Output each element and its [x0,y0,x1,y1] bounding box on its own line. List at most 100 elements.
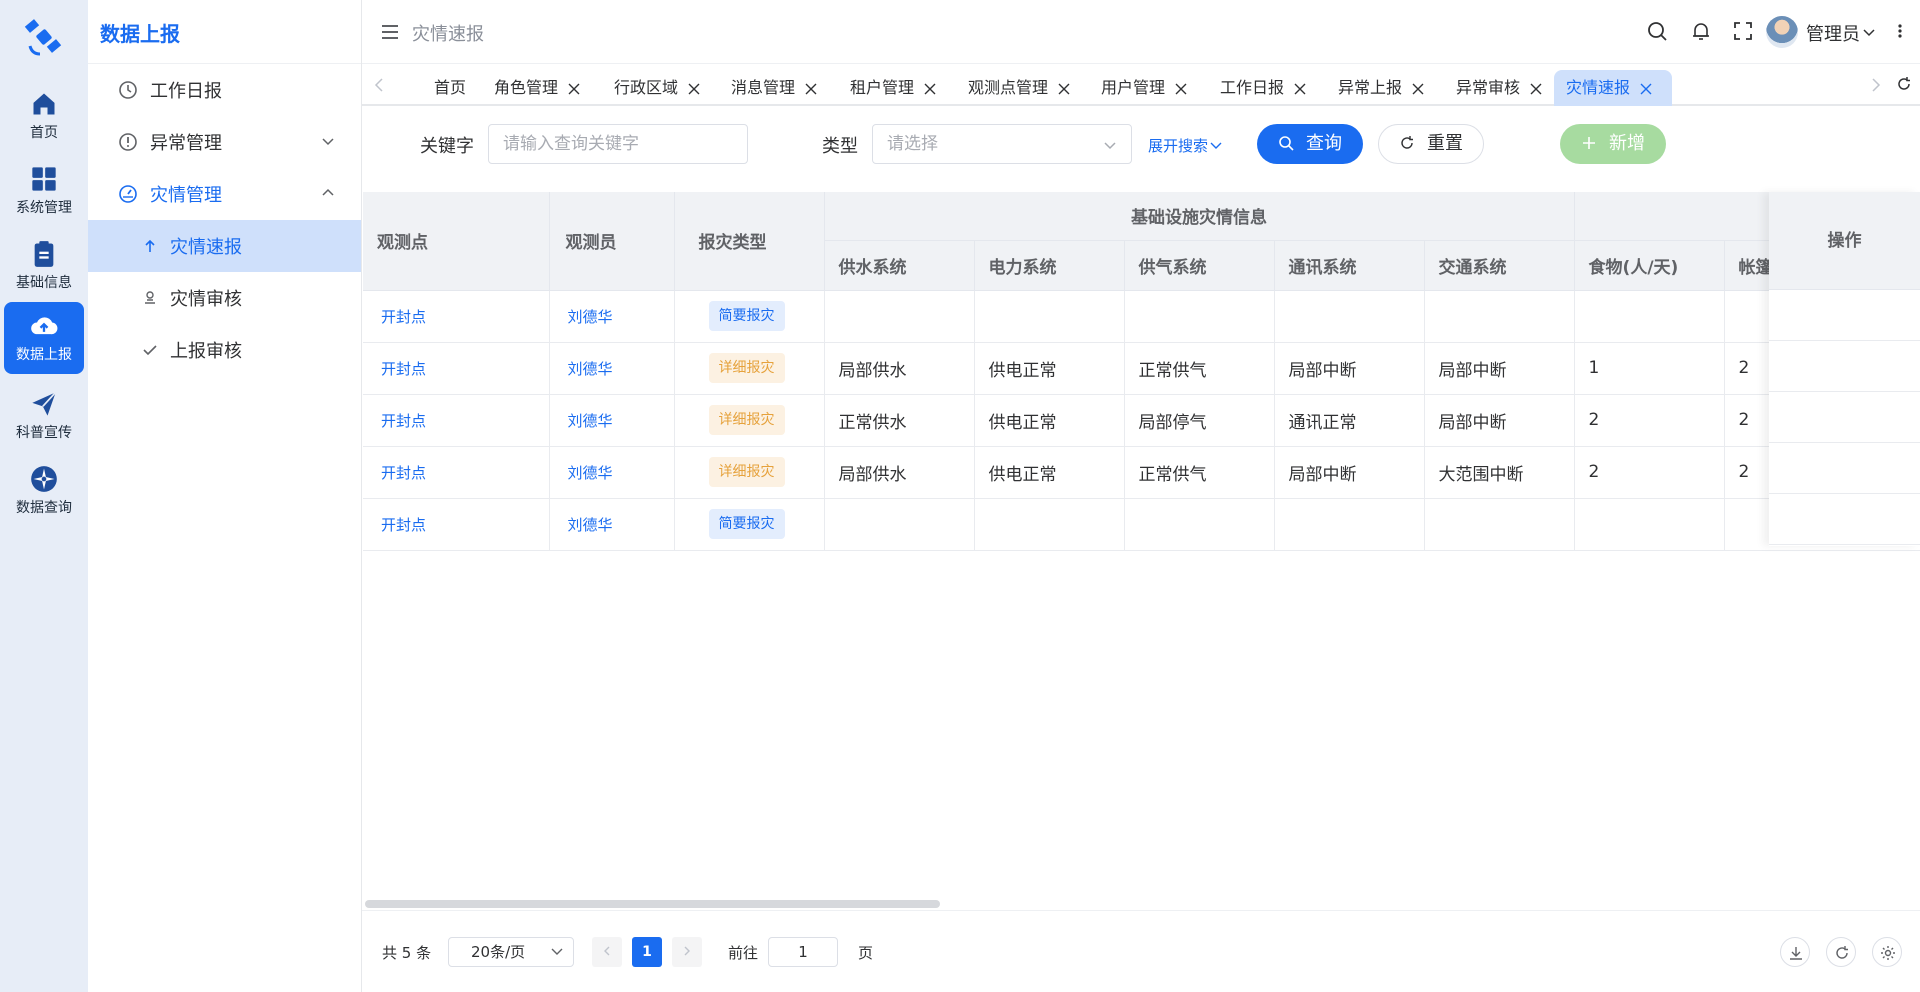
stamp-icon [145,291,155,304]
close-icon[interactable] [1058,83,1070,95]
more-vertical-icon[interactable] [1896,20,1904,42]
tab-disaster-quick-report[interactable]: 灾情速报 [1554,70,1672,106]
add-button[interactable]: 新增 [1560,124,1666,164]
refresh-button[interactable] [1826,937,1856,967]
station-link[interactable]: 开封点 [363,342,550,395]
menu-label: 灾情审核 [170,289,242,310]
tab-label: 行政区域 [614,78,679,97]
close-icon[interactable] [1640,83,1652,95]
rail-item-science[interactable]: 科普宣传 [4,380,84,452]
reset-button[interactable]: 重置 [1378,124,1484,164]
tab-label: 观测点管理 [968,78,1049,97]
observer-link[interactable]: 刘德华 [549,394,675,447]
station-link[interactable]: 开封点 [363,290,550,343]
station-link[interactable]: 开封点 [363,446,550,499]
page-size-select[interactable]: 20条/页 [448,937,574,967]
tab-message[interactable]: 消息管理 [719,70,817,106]
tabs-scroll-left-icon[interactable] [374,78,384,92]
chevron-down-icon[interactable] [1862,26,1876,40]
search-icon[interactable] [1646,20,1668,42]
traffic-cell: 大范围中断 [1424,446,1575,499]
avatar[interactable] [1766,16,1798,48]
power-cell: 供电正常 [974,446,1125,499]
type-select[interactable]: 请选择 [872,124,1132,164]
comm-cell: 通讯正常 [1274,394,1425,447]
settings-button[interactable] [1872,937,1902,967]
observer-link[interactable]: 刘德华 [549,498,675,551]
food-cell: 1 [1574,342,1725,395]
menu-item-disaster[interactable]: 灾情管理 [88,168,361,220]
next-page-button[interactable] [672,937,702,967]
observer-link[interactable]: 刘德华 [549,446,675,499]
station-link[interactable]: 开封点 [363,498,550,551]
menu-item-report-review[interactable]: 上报审核 [88,324,361,376]
rail-label: 系统管理 [16,200,72,216]
tab-tenant[interactable]: 租户管理 [838,70,936,106]
col-observer: 观测员 [549,192,675,291]
tabs-scroll-right-icon[interactable] [1871,78,1881,92]
tab-user[interactable]: 用户管理 [1089,70,1187,106]
tab-station[interactable]: 观测点管理 [956,70,1070,106]
top-header: 灾情速报 管理员 [362,0,1920,64]
expand-search-link[interactable]: 展开搜索 [1148,135,1222,156]
traffic-cell: 局部中断 [1424,394,1575,447]
tab-label: 灾情速报 [1566,78,1631,97]
close-icon[interactable] [1294,83,1306,95]
close-icon[interactable] [1175,83,1187,95]
station-link[interactable]: 开封点 [363,394,550,447]
prev-page-button[interactable] [592,937,622,967]
satellite-logo-icon [24,19,62,56]
comm-cell: 局部中断 [1274,446,1425,499]
tab-home[interactable]: 首页 [422,70,466,106]
observer-link[interactable]: 刘德华 [549,290,675,343]
rail-label: 数据查询 [16,500,72,516]
menu-label: 灾情速报 [170,237,242,258]
rail-item-data-query[interactable]: 数据查询 [4,455,84,527]
keyword-input[interactable]: 请输入查询关键字 [488,124,748,164]
tab-exception-report[interactable]: 异常上报 [1326,70,1424,106]
col-operations: 操作 [1769,192,1920,290]
refresh-icon [1401,136,1413,149]
page-size-value: 20条/页 [471,943,526,961]
query-button[interactable]: 查询 [1257,124,1363,164]
menu-item-disaster-quick-report[interactable]: 灾情速报 [88,220,361,272]
rail-item-system[interactable]: 系统管理 [4,155,84,227]
refresh-icon[interactable] [1896,76,1912,92]
download-button[interactable] [1780,937,1810,967]
tab-work-daily[interactable]: 工作日报 [1208,70,1306,106]
submenu-panel: 数据上报 工作日报 异常管理 灾情管理 灾情速报 灾情审核 上报审核 [88,0,362,992]
menu-item-exception[interactable]: 异常管理 [88,116,361,168]
rail-item-basic-info[interactable]: 基础信息 [4,230,84,302]
pagination-bar: 共 5 条 20条/页 1 前往 1 页 [362,910,1920,992]
col-gas: 供气系统 [1124,240,1275,291]
tab-region[interactable]: 行政区域 [602,70,700,106]
close-icon[interactable] [568,83,580,95]
tab-role[interactable]: 角色管理 [482,70,580,106]
close-icon[interactable] [1412,83,1424,95]
close-icon[interactable] [924,83,936,95]
bell-icon[interactable] [1690,20,1712,42]
page-number-button[interactable]: 1 [632,937,662,967]
fullscreen-icon[interactable] [1732,20,1754,42]
close-icon[interactable] [1530,83,1542,95]
horizontal-scrollbar[interactable] [365,900,940,908]
food-cell [1574,498,1725,551]
rail-item-home[interactable]: 首页 [4,80,84,152]
close-icon[interactable] [805,83,817,95]
username[interactable]: 管理员 [1806,20,1860,46]
home-icon [33,93,55,115]
operations-column: 操作 [1769,192,1920,546]
rail-item-data-report[interactable]: 数据上报 [4,302,84,374]
refresh-icon [1836,946,1848,959]
menu-item-disaster-review[interactable]: 灾情审核 [88,272,361,324]
menu-item-work-daily[interactable]: 工作日报 [88,64,361,116]
chevron-left-icon [604,946,610,956]
col-power: 电力系统 [974,240,1125,291]
menu-toggle-icon[interactable] [380,22,400,42]
menu-label: 工作日报 [150,81,222,102]
table-row: 开封点 刘德华 详细报灾 正常供水 供电正常 局部停气 通讯正常 局部中断 2 … [363,394,1920,447]
goto-page-input[interactable]: 1 [768,937,838,967]
close-icon[interactable] [688,83,700,95]
tab-exception-review[interactable]: 异常审核 [1444,70,1542,106]
observer-link[interactable]: 刘德华 [549,342,675,395]
